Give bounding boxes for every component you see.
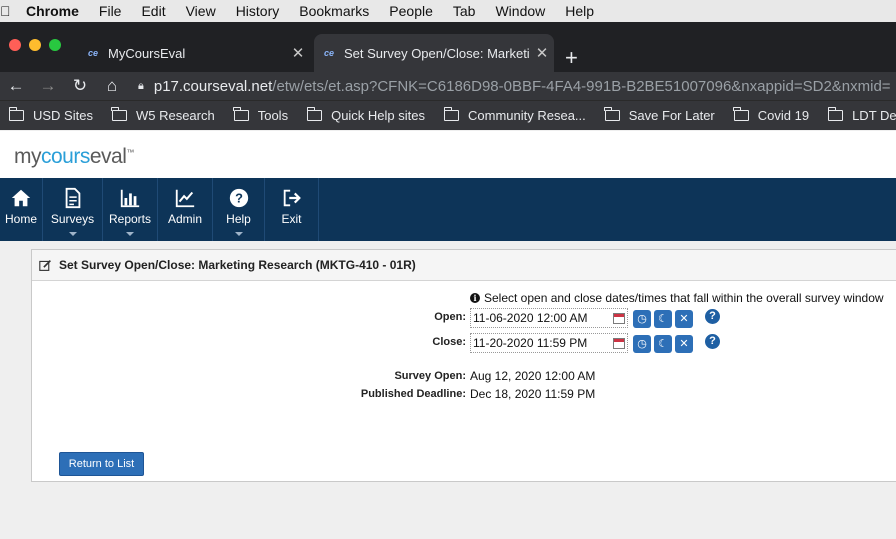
close-help-icon[interactable]: ?	[705, 334, 720, 349]
close-window-button[interactable]	[9, 39, 21, 51]
bookmark-community[interactable]: Community Resea...	[443, 107, 586, 123]
lock-icon[interactable]: 🔒︎	[138, 80, 144, 93]
dropdown-caret-icon	[68, 232, 77, 236]
open-clear-button[interactable]: ✕	[675, 310, 693, 328]
bookmark-covid[interactable]: Covid 19	[733, 107, 809, 123]
close-tab-icon[interactable]: ✕	[530, 44, 554, 62]
info-icon: i	[470, 293, 480, 303]
folder-icon	[443, 107, 459, 121]
open-help-icon[interactable]: ?	[705, 309, 720, 324]
app-header: mycourseval™	[0, 131, 896, 178]
home-icon	[11, 189, 31, 207]
mac-menu-bar:  Chrome File Edit View History Bookmark…	[0, 0, 896, 22]
menu-window[interactable]: Window	[495, 3, 545, 19]
main-nav: Home Surveys Reports Admin ? Help Exit	[0, 178, 896, 241]
bookmarks-bar: USD Sites W5 Research Tools Quick Help s…	[0, 100, 896, 130]
survey-open-label: Survey Open:	[394, 370, 466, 382]
home-browser-icon[interactable]: ⌂	[96, 76, 128, 96]
dropdown-caret-icon	[126, 232, 134, 236]
nav-surveys[interactable]: Surveys	[43, 178, 103, 241]
bookmark-tools[interactable]: Tools	[233, 107, 288, 123]
bar-chart-icon	[120, 189, 140, 208]
menu-bookmarks[interactable]: Bookmarks	[299, 3, 369, 19]
close-clear-button[interactable]: ✕	[675, 335, 693, 353]
apple-icon[interactable]: 	[0, 3, 20, 19]
line-chart-icon	[175, 189, 195, 208]
tab-mycourseval[interactable]: ce MyCoursEval ✕	[78, 34, 310, 72]
folder-icon	[8, 107, 24, 121]
deadline-value: Dec 18, 2020 11:59 PM	[470, 387, 596, 401]
menu-people[interactable]: People	[389, 3, 433, 19]
nav-reports[interactable]: Reports	[103, 178, 158, 241]
exit-icon	[283, 189, 301, 207]
open-datetime-field[interactable]: 11-06-2020 12:00 AM	[470, 308, 628, 328]
window-controls	[9, 39, 61, 51]
bookmark-w5-research[interactable]: W5 Research	[111, 107, 215, 123]
deadline-label: Published Deadline:	[360, 388, 466, 400]
folder-icon	[604, 107, 620, 121]
open-label: Open:	[434, 311, 466, 323]
survey-open-value: Aug 12, 2020 12:00 AM	[470, 369, 596, 383]
close-label: Close:	[432, 336, 466, 348]
bookmark-save-for-later[interactable]: Save For Later	[604, 107, 715, 123]
dropdown-caret-icon	[234, 232, 243, 236]
maximize-window-button[interactable]	[49, 39, 61, 51]
favicon-icon: ce	[323, 48, 334, 58]
return-to-list-button[interactable]: Return to List	[59, 452, 144, 476]
menu-app-name[interactable]: Chrome	[26, 3, 79, 19]
forward-icon[interactable]: →	[32, 76, 64, 96]
reload-icon[interactable]: ↻	[64, 76, 96, 96]
svg-text:?: ?	[235, 191, 243, 206]
menu-help[interactable]: Help	[565, 3, 594, 19]
url-path: /etw/ets/et.asp?CFNK=C6186D98-0BBF-4FA4-…	[272, 77, 891, 95]
document-icon	[65, 187, 80, 209]
new-tab-icon[interactable]: +	[565, 45, 578, 71]
edit-icon	[39, 259, 51, 271]
nav-exit[interactable]: Exit	[265, 178, 319, 241]
minimize-window-button[interactable]	[29, 39, 41, 51]
panel-header: Set Survey Open/Close: Marketing Researc…	[32, 250, 896, 281]
menu-view[interactable]: View	[186, 3, 216, 19]
nav-admin[interactable]: Admin	[158, 178, 213, 241]
bookmark-ldt-dept[interactable]: LDT Dept	[827, 107, 896, 123]
calendar-icon[interactable]	[613, 313, 625, 324]
back-icon[interactable]: ←	[0, 76, 32, 96]
open-midnight-moon-button[interactable]: ☾	[654, 310, 672, 328]
close-datetime-field[interactable]: 11-20-2020 11:59 PM	[470, 333, 628, 353]
mycourseval-logo[interactable]: mycourseval™	[14, 145, 134, 169]
nav-home[interactable]: Home	[0, 178, 43, 241]
close-time-clock-button[interactable]: ◷	[633, 335, 651, 353]
folder-icon	[827, 107, 844, 121]
tab-strip: ce MyCoursEval ✕ ce Set Survey Open/Clos…	[0, 22, 896, 72]
bookmark-quick-help[interactable]: Quick Help sites	[306, 107, 425, 123]
calendar-icon[interactable]	[613, 338, 625, 349]
menu-history[interactable]: History	[236, 3, 280, 19]
favicon-icon: ce	[87, 48, 98, 58]
menu-edit[interactable]: Edit	[141, 3, 165, 19]
open-time-clock-button[interactable]: ◷	[633, 310, 651, 328]
folder-icon	[306, 107, 323, 121]
folder-icon	[733, 107, 749, 121]
bookmark-usd-sites[interactable]: USD Sites	[8, 107, 93, 123]
address-bar[interactable]: 🔒︎ p17.courseval.net/etw/ets/et.asp?CFNK…	[138, 72, 891, 100]
browser-toolbar: ← → ↻ ⌂ 🔒︎ p17.courseval.net/etw/ets/et.…	[0, 72, 896, 100]
folder-icon	[111, 107, 127, 121]
survey-panel: Set Survey Open/Close: Marketing Researc…	[31, 249, 896, 482]
close-midnight-moon-button[interactable]: ☾	[654, 335, 672, 353]
page-title: Set Survey Open/Close: Marketing Researc…	[59, 258, 416, 272]
menu-file[interactable]: File	[99, 3, 122, 19]
nav-help[interactable]: ? Help	[213, 178, 265, 241]
tab-title: MyCoursEval	[108, 45, 186, 61]
tab-set-survey[interactable]: ce Set Survey Open/Close: Marketi ✕	[314, 34, 554, 72]
folder-icon	[233, 107, 249, 121]
close-tab-icon[interactable]: ✕	[286, 44, 310, 62]
menu-tab[interactable]: Tab	[453, 3, 476, 19]
question-icon: ?	[229, 188, 248, 208]
tab-title: Set Survey Open/Close: Marketi	[344, 45, 530, 61]
instruction-hint: i Select open and close dates/times that…	[470, 291, 884, 305]
url-host: p17.courseval.net	[153, 77, 273, 95]
